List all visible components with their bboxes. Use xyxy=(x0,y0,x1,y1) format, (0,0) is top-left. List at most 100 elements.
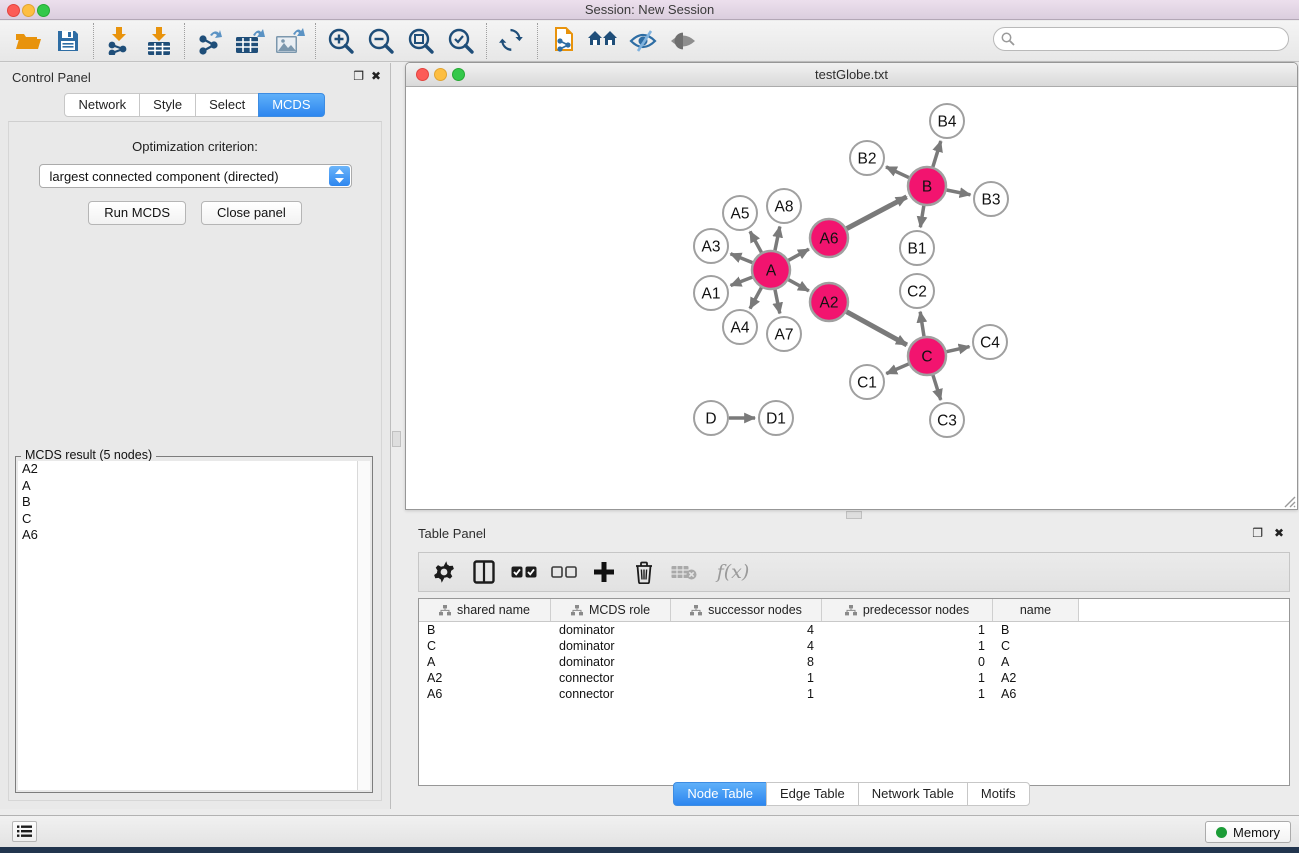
mcds-result-list[interactable]: A2ABCA6 xyxy=(18,461,358,790)
node-B1[interactable]: B1 xyxy=(900,231,934,265)
horizontal-splitter-grip[interactable] xyxy=(846,511,862,519)
tab-mcds[interactable]: MCDS xyxy=(258,93,324,117)
node-A7[interactable]: A7 xyxy=(767,317,801,351)
import-network-icon[interactable] xyxy=(99,24,139,58)
table-row[interactable]: Cdominator41C xyxy=(419,638,1289,654)
export-table-icon[interactable] xyxy=(230,24,270,58)
search-input[interactable] xyxy=(993,27,1289,51)
edge-C-C4[interactable] xyxy=(947,347,970,352)
table-row[interactable]: Bdominator41B xyxy=(419,622,1289,638)
tab-network-table[interactable]: Network Table xyxy=(858,782,968,806)
node-D1[interactable]: D1 xyxy=(759,401,793,435)
resize-handle-icon[interactable] xyxy=(1282,494,1296,508)
tab-select[interactable]: Select xyxy=(195,93,259,117)
edge-A-A8[interactable] xyxy=(775,227,780,251)
zoom-out-icon[interactable] xyxy=(361,24,401,58)
result-item[interactable]: C xyxy=(18,511,357,528)
zoom-in-icon[interactable] xyxy=(321,24,361,58)
show-icon[interactable] xyxy=(663,24,703,58)
close-panel-icon[interactable]: ✖ xyxy=(371,69,381,83)
column-header-successor-nodes[interactable]: successor nodes xyxy=(671,599,822,621)
node-A4[interactable]: A4 xyxy=(723,310,757,344)
criterion-select[interactable]: largest connected component (directed) xyxy=(39,164,352,188)
edge-B-B4[interactable] xyxy=(933,141,941,167)
node-B2[interactable]: B2 xyxy=(850,141,884,175)
run-mcds-button[interactable]: Run MCDS xyxy=(88,201,186,225)
result-item[interactable]: B xyxy=(18,494,357,511)
edge-A2-C[interactable] xyxy=(847,312,907,345)
export-network-icon[interactable] xyxy=(190,24,230,58)
save-icon[interactable] xyxy=(48,24,88,58)
edge-C-C3[interactable] xyxy=(933,375,941,400)
result-item[interactable]: A6 xyxy=(18,527,357,544)
edge-B-B3[interactable] xyxy=(947,190,971,195)
node-A3[interactable]: A3 xyxy=(694,229,728,263)
node-B3[interactable]: B3 xyxy=(974,182,1008,216)
table-row[interactable]: Adominator80A xyxy=(419,654,1289,670)
function-builder-icon[interactable]: f(x) xyxy=(711,559,755,585)
table-row[interactable]: A2connector11A2 xyxy=(419,670,1289,686)
export-image-icon[interactable] xyxy=(270,24,310,58)
add-column-icon[interactable] xyxy=(591,559,617,585)
home-icon[interactable] xyxy=(583,24,623,58)
vertical-splitter-grip[interactable] xyxy=(392,431,401,447)
hide-icon[interactable] xyxy=(623,24,663,58)
network-window-titlebar[interactable]: testGlobe.txt xyxy=(406,63,1297,87)
edge-A-A7[interactable] xyxy=(775,290,780,314)
delete-column-icon[interactable] xyxy=(631,559,657,585)
node-A5[interactable]: A5 xyxy=(723,196,757,230)
edge-C-C2[interactable] xyxy=(920,312,924,336)
tab-style[interactable]: Style xyxy=(139,93,196,117)
zoom-fit-icon[interactable] xyxy=(401,24,441,58)
column-header-name[interactable]: name xyxy=(993,599,1079,621)
column-layout-icon[interactable] xyxy=(471,559,497,585)
column-header-shared-name[interactable]: shared name xyxy=(419,599,551,621)
node-D[interactable]: D xyxy=(694,401,728,435)
edge-A-A2[interactable] xyxy=(789,280,809,291)
node-table[interactable]: shared nameMCDS rolesuccessor nodesprede… xyxy=(418,598,1290,786)
task-history-button[interactable] xyxy=(12,821,37,842)
edge-C-C1[interactable] xyxy=(886,364,908,374)
open-session-icon[interactable] xyxy=(543,24,583,58)
import-table-icon[interactable] xyxy=(139,24,179,58)
result-item[interactable]: A2 xyxy=(18,461,357,478)
tab-network[interactable]: Network xyxy=(64,93,140,117)
node-A2[interactable]: A2 xyxy=(810,283,848,321)
float-panel-icon[interactable]: ❐ xyxy=(353,69,364,83)
settings-gear-icon[interactable] xyxy=(431,559,457,585)
open-folder-icon[interactable] xyxy=(8,24,48,58)
zoom-selected-icon[interactable] xyxy=(441,24,481,58)
column-header-predecessor-nodes[interactable]: predecessor nodes xyxy=(822,599,993,621)
delete-table-icon[interactable] xyxy=(671,559,697,585)
edge-A-A5[interactable] xyxy=(750,231,761,252)
table-close-icon[interactable]: ✖ xyxy=(1274,526,1284,540)
edge-A-A6[interactable] xyxy=(789,249,809,260)
edge-B-B1[interactable] xyxy=(920,206,923,228)
close-panel-button[interactable]: Close panel xyxy=(201,201,302,225)
node-C4[interactable]: C4 xyxy=(973,325,1007,359)
edge-B-B2[interactable] xyxy=(886,167,909,178)
refresh-layout-icon[interactable] xyxy=(492,24,532,58)
edge-A-A4[interactable] xyxy=(750,288,761,309)
network-graph[interactable]: B4B2BB3A8A5A6A3B1AA1C2A2A4A7C4CC1C3DD1 xyxy=(406,88,1297,509)
tab-motifs[interactable]: Motifs xyxy=(967,782,1030,806)
edge-A-A3[interactable] xyxy=(730,254,752,263)
node-B4[interactable]: B4 xyxy=(930,104,964,138)
node-C2[interactable]: C2 xyxy=(900,274,934,308)
table-row[interactable]: A6connector11A6 xyxy=(419,686,1289,702)
network-canvas[interactable]: B4B2BB3A8A5A6A3B1AA1C2A2A4A7C4CC1C3DD1 xyxy=(406,88,1297,509)
result-item[interactable]: A xyxy=(18,478,357,495)
node-A1[interactable]: A1 xyxy=(694,276,728,310)
table-float-icon[interactable]: ❐ xyxy=(1252,526,1263,540)
edge-A6-B[interactable] xyxy=(847,197,907,229)
tab-edge-table[interactable]: Edge Table xyxy=(766,782,859,806)
select-all-icon[interactable] xyxy=(511,559,537,585)
node-C[interactable]: C xyxy=(908,337,946,375)
node-C1[interactable]: C1 xyxy=(850,365,884,399)
memory-button[interactable]: Memory xyxy=(1205,821,1291,843)
deselect-all-icon[interactable] xyxy=(551,559,577,585)
edge-A-A1[interactable] xyxy=(731,277,753,285)
result-scrollbar[interactable] xyxy=(358,461,370,790)
tab-node-table[interactable]: Node Table xyxy=(673,782,767,806)
column-header-MCDS-role[interactable]: MCDS role xyxy=(551,599,671,621)
